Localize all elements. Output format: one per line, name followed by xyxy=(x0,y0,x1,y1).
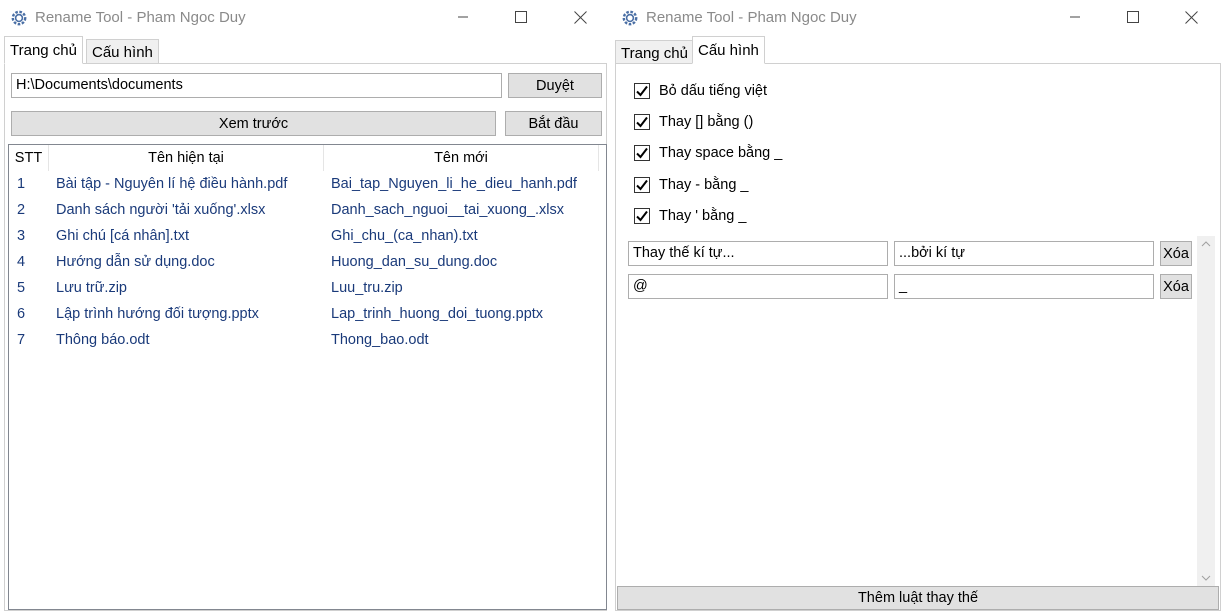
list-header: STT Tên hiện tại Tên mới xyxy=(9,145,606,171)
maximize-icon xyxy=(515,11,527,23)
table-row[interactable]: 6 Lập trình hướng đối tượng.pptx Lap_tri… xyxy=(9,301,606,327)
option-label: Thay [] bằng () xyxy=(659,114,754,130)
tab-strip: Trang chủ Cấu hình xyxy=(611,36,1225,66)
option-replace-brackets[interactable]: Thay [] bằng () xyxy=(634,111,753,133)
option-label: Thay ' bằng _ xyxy=(659,208,747,224)
option-replace-space[interactable]: Thay space bằng _ xyxy=(634,142,782,164)
row-stt: 2 xyxy=(17,202,26,218)
settings-tab-panel: Bỏ dấu tiếng việt Thay [] bằng () Thay s… xyxy=(615,63,1221,611)
browse-button[interactable]: Duyệt xyxy=(508,73,602,98)
minimize-icon xyxy=(1070,16,1080,18)
gear-icon xyxy=(622,10,638,26)
rules-scrollbar[interactable] xyxy=(1197,236,1215,586)
start-button[interactable]: Bắt đầu xyxy=(505,111,602,136)
checkbox[interactable] xyxy=(634,83,650,99)
tab-strip: Trang chủ Cấu hình xyxy=(0,36,611,65)
replace-char-input[interactable]: _ xyxy=(894,274,1154,299)
find-char-input[interactable]: @ xyxy=(628,274,888,299)
checkmark-icon xyxy=(636,85,648,97)
title-bar: Rename Tool - Pham Ngoc Duy xyxy=(0,0,611,36)
row-new-name: Danh_sach_nguoi__tai_xuong_.xlsx xyxy=(331,202,564,218)
tab-home[interactable]: Trang chủ xyxy=(4,36,83,64)
column-header-stt[interactable]: STT xyxy=(9,145,49,171)
find-char-input[interactable]: Thay thế kí tự... xyxy=(628,241,888,266)
table-row[interactable]: 1 Bài tập - Nguyên lí hệ điều hành.pdf B… xyxy=(9,171,606,197)
close-icon xyxy=(1184,10,1198,24)
minimize-button[interactable] xyxy=(1052,0,1098,34)
checkmark-icon xyxy=(636,147,648,159)
row-stt: 6 xyxy=(17,306,26,322)
row-new-name: Ghi_chu_(ca_nhan).txt xyxy=(331,228,478,244)
row-stt: 7 xyxy=(17,332,26,348)
close-button[interactable] xyxy=(557,0,603,34)
row-current-name: Bài tập - Nguyên lí hệ điều hành.pdf xyxy=(56,176,288,192)
row-new-name: Luu_tru.zip xyxy=(331,280,403,296)
option-label: Thay space bằng _ xyxy=(659,145,783,161)
replace-char-input[interactable]: ...bởi kí tự xyxy=(894,241,1154,266)
preview-button[interactable]: Xem trước xyxy=(11,111,496,136)
checkbox[interactable] xyxy=(634,177,650,193)
window-title: Rename Tool - Pham Ngoc Duy xyxy=(35,9,246,26)
row-current-name: Thông báo.odt xyxy=(56,332,150,348)
tab-settings[interactable]: Cấu hình xyxy=(692,36,765,64)
row-stt: 1 xyxy=(17,176,26,192)
delete-rule-button[interactable]: Xóa xyxy=(1160,241,1192,266)
maximize-button[interactable] xyxy=(498,0,544,34)
option-label: Thay - bằng _ xyxy=(659,177,749,193)
home-tab-panel: H:\Documents\documents Duyệt Xem trước B… xyxy=(4,63,607,611)
row-new-name: Lap_trinh_huong_doi_tuong.pptx xyxy=(331,306,544,322)
checkmark-icon xyxy=(636,116,648,128)
minimize-button[interactable] xyxy=(440,0,486,34)
option-replace-dash[interactable]: Thay - bằng _ xyxy=(634,174,748,196)
row-current-name: Lưu trữ.zip xyxy=(56,280,127,296)
option-remove-accents[interactable]: Bỏ dấu tiếng việt xyxy=(634,80,767,102)
row-new-name: Bai_tap_Nguyen_li_he_dieu_hanh.pdf xyxy=(331,176,577,192)
checkmark-icon xyxy=(636,210,648,222)
title-bar: Rename Tool - Pham Ngoc Duy xyxy=(611,0,1225,36)
delete-rule-button[interactable]: Xóa xyxy=(1160,274,1192,299)
tab-settings[interactable]: Cấu hình xyxy=(86,39,159,65)
column-header-new-name[interactable]: Tên mới xyxy=(324,145,599,171)
row-current-name: Ghi chú [cá nhân].txt xyxy=(56,228,189,244)
table-row[interactable]: 3 Ghi chú [cá nhân].txt Ghi_chu_(ca_nhan… xyxy=(9,223,606,249)
add-rule-button[interactable]: Thêm luật thay thế xyxy=(617,586,1219,610)
window-title: Rename Tool - Pham Ngoc Duy xyxy=(646,9,857,26)
column-header-current-name[interactable]: Tên hiện tại xyxy=(49,145,324,171)
table-row[interactable]: 4 Hướng dẫn sử dụng.doc Huong_dan_su_dun… xyxy=(9,249,606,275)
table-row[interactable]: 2 Danh sách người 'tải xuống'.xlsx Danh_… xyxy=(9,197,606,223)
row-new-name: Thong_bao.odt xyxy=(331,332,429,348)
maximize-button[interactable] xyxy=(1110,0,1156,34)
checkbox[interactable] xyxy=(634,114,650,130)
row-stt: 4 xyxy=(17,254,26,270)
row-current-name: Lập trình hướng đối tượng.pptx xyxy=(56,306,259,322)
option-label: Bỏ dấu tiếng việt xyxy=(659,83,768,99)
table-row[interactable]: 5 Lưu trữ.zip Luu_tru.zip xyxy=(9,275,606,301)
row-new-name: Huong_dan_su_dung.doc xyxy=(331,254,498,270)
minimize-icon xyxy=(458,16,468,18)
left-window: Rename Tool - Pham Ngoc Duy Trang chủ Cấ… xyxy=(0,0,611,614)
option-replace-apostrophe[interactable]: Thay ' bằng _ xyxy=(634,205,746,227)
checkbox[interactable] xyxy=(634,145,650,161)
chevron-down-icon[interactable] xyxy=(1197,572,1215,584)
row-stt: 5 xyxy=(17,280,26,296)
close-button[interactable] xyxy=(1168,0,1214,34)
close-icon xyxy=(573,10,587,24)
row-current-name: Hướng dẫn sử dụng.doc xyxy=(56,254,215,270)
folder-path-input[interactable]: H:\Documents\documents xyxy=(11,73,502,98)
checkmark-icon xyxy=(636,179,648,191)
maximize-icon xyxy=(1127,11,1139,23)
row-current-name: Danh sách người 'tải xuống'.xlsx xyxy=(56,202,266,218)
gear-icon xyxy=(11,10,27,26)
file-list[interactable]: STT Tên hiện tại Tên mới 1 Bài tập - Ngu… xyxy=(8,144,607,610)
row-stt: 3 xyxy=(17,228,26,244)
chevron-up-icon[interactable] xyxy=(1197,238,1215,250)
table-row[interactable]: 7 Thông báo.odt Thong_bao.odt xyxy=(9,327,606,353)
checkbox[interactable] xyxy=(634,208,650,224)
right-window: Rename Tool - Pham Ngoc Duy Trang chủ Cấ… xyxy=(611,0,1225,614)
